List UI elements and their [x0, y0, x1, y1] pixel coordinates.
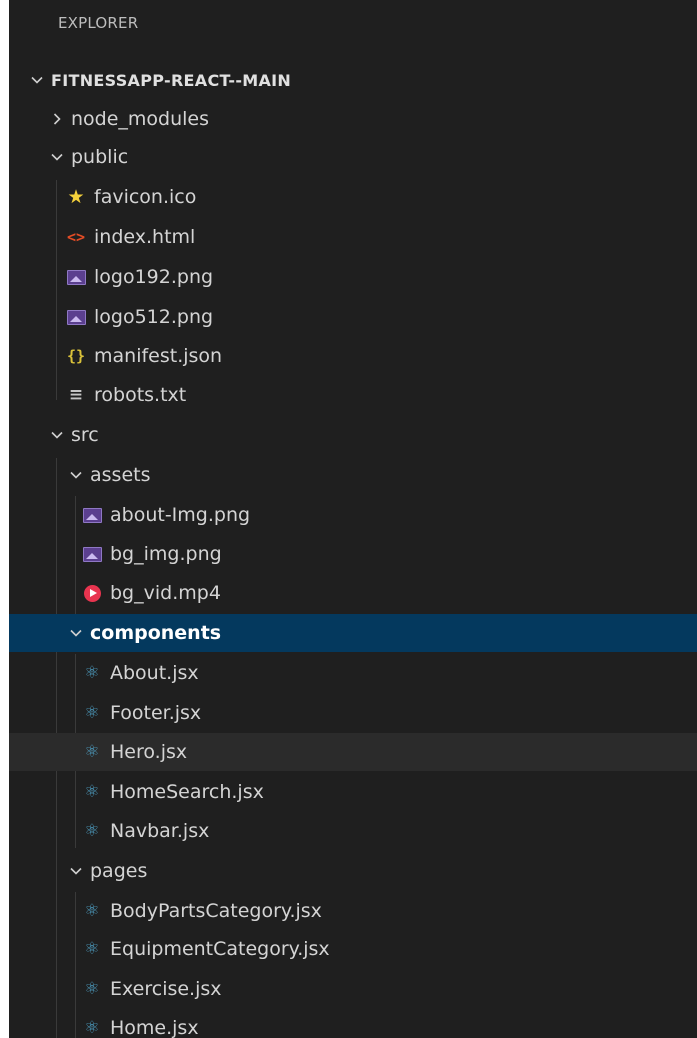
tree-file-exercise-jsx[interactable]: ⚛ Exercise.jsx	[9, 970, 697, 1008]
file-label: index.html	[94, 226, 196, 248]
react-icon: ⚛	[84, 979, 100, 999]
chevron-down-icon	[66, 468, 86, 482]
folder-label: node_modules	[71, 108, 210, 130]
folder-label: public	[71, 146, 129, 168]
tree-root-folder[interactable]: FITNESSAPP-REACT--MAIN	[9, 61, 697, 99]
tree-folder-components[interactable]: components	[9, 614, 697, 652]
explorer-header: EXPLORER	[58, 14, 139, 32]
json-braces-icon: {}	[66, 347, 86, 365]
chevron-right-icon	[47, 112, 67, 126]
react-icon: ⚛	[84, 939, 100, 959]
tree-folder-assets[interactable]: assets	[9, 456, 697, 494]
tree-folder-src[interactable]: src	[9, 416, 697, 454]
tree-file-index-html[interactable]: <> index.html	[9, 218, 697, 256]
chevron-down-icon	[27, 73, 47, 87]
file-label: bg_vid.mp4	[110, 582, 221, 604]
tree-file-logo192-png[interactable]: logo192.png	[9, 258, 697, 296]
file-label: Footer.jsx	[110, 702, 202, 724]
file-label: logo192.png	[94, 266, 214, 288]
file-label: Hero.jsx	[110, 741, 188, 763]
folder-label: components	[90, 622, 222, 644]
file-label: Exercise.jsx	[110, 978, 222, 1000]
react-icon: ⚛	[84, 782, 100, 802]
folder-label: src	[71, 424, 99, 446]
image-icon	[66, 307, 86, 327]
video-icon	[82, 583, 102, 603]
folder-label: assets	[90, 464, 151, 486]
tree-file-bg-vid-mp4[interactable]: bg_vid.mp4	[9, 574, 697, 612]
file-label: EquipmentCategory.jsx	[110, 938, 330, 960]
react-icon: ⚛	[84, 821, 100, 841]
react-icon: ⚛	[84, 742, 100, 762]
file-label: bg_img.png	[110, 543, 222, 565]
tree-folder-node-modules[interactable]: node_modules	[9, 100, 697, 138]
file-label: Navbar.jsx	[110, 820, 210, 842]
tree-folder-public[interactable]: public	[9, 138, 697, 176]
star-icon: ★	[67, 186, 85, 208]
chevron-down-icon	[66, 626, 86, 640]
file-label: about-Img.png	[110, 504, 251, 526]
tree-file-navbar-jsx[interactable]: ⚛ Navbar.jsx	[9, 812, 697, 850]
file-label: Home.jsx	[110, 1017, 199, 1038]
image-icon	[82, 544, 102, 564]
tree-file-favicon-ico[interactable]: ★ favicon.ico	[9, 178, 697, 216]
file-label: logo512.png	[94, 306, 214, 328]
chevron-down-icon	[47, 150, 67, 164]
tree-folder-pages[interactable]: pages	[9, 852, 697, 890]
tree-file-equipmentcategory-jsx[interactable]: ⚛ EquipmentCategory.jsx	[9, 930, 697, 968]
react-icon: ⚛	[84, 1018, 100, 1038]
tree-file-footer-jsx[interactable]: ⚛ Footer.jsx	[9, 694, 697, 732]
react-icon: ⚛	[84, 703, 100, 723]
file-label: About.jsx	[110, 662, 199, 684]
tree-file-hero-jsx[interactable]: ⚛ Hero.jsx	[9, 733, 697, 771]
image-icon	[82, 505, 102, 525]
html-code-icon: <>	[66, 228, 86, 246]
file-label: favicon.ico	[94, 186, 197, 208]
tree-file-manifest-json[interactable]: {} manifest.json	[9, 337, 697, 375]
file-label: HomeSearch.jsx	[110, 781, 264, 803]
chevron-down-icon	[66, 864, 86, 878]
tree-file-bg-img-png[interactable]: bg_img.png	[9, 535, 697, 573]
text-lines-icon: ≡	[68, 385, 84, 405]
tree-file-robots-txt[interactable]: ≡ robots.txt	[9, 376, 697, 414]
file-label: BodyPartsCategory.jsx	[110, 900, 322, 922]
react-icon: ⚛	[84, 901, 100, 921]
tree-file-about-img-png[interactable]: about-Img.png	[9, 496, 697, 534]
tree-file-logo512-png[interactable]: logo512.png	[9, 298, 697, 336]
file-label: robots.txt	[94, 384, 187, 406]
folder-label: pages	[90, 860, 148, 882]
tree-file-homesearch-jsx[interactable]: ⚛ HomeSearch.jsx	[9, 773, 697, 811]
root-folder-label: FITNESSAPP-REACT--MAIN	[51, 70, 292, 90]
tree-file-about-jsx[interactable]: ⚛ About.jsx	[9, 654, 697, 692]
file-label: manifest.json	[94, 345, 223, 367]
react-icon: ⚛	[84, 663, 100, 683]
tree-file-bodypartscategory-jsx[interactable]: ⚛ BodyPartsCategory.jsx	[9, 892, 697, 930]
tree-file-home-jsx[interactable]: ⚛ Home.jsx	[9, 1009, 697, 1038]
image-icon	[66, 267, 86, 287]
explorer-panel: EXPLORER FITNESSAPP-REACT--MAIN node_mod…	[9, 0, 697, 1038]
chevron-down-icon	[47, 428, 67, 442]
